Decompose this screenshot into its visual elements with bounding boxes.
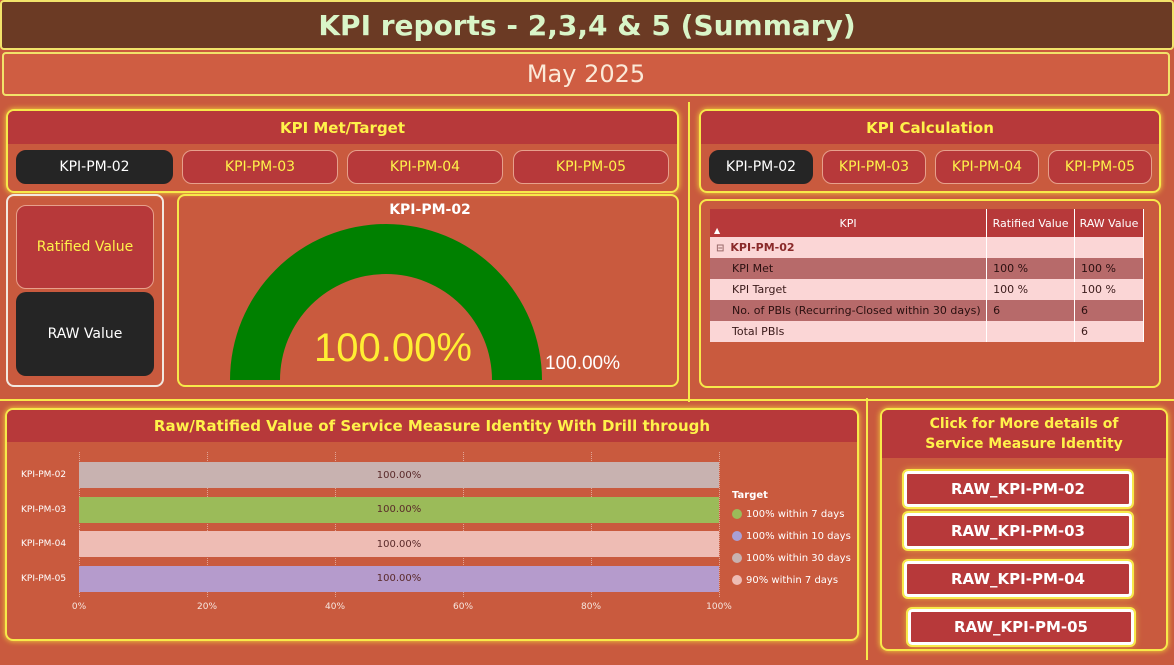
- x-tick-label: 20%: [196, 602, 218, 612]
- row-kpi: KPI Met: [710, 258, 988, 279]
- ratified-value-button[interactable]: Ratified Value: [16, 205, 154, 289]
- gauge-target-label: 100.00%: [545, 353, 621, 374]
- more-details-title: Click for More details of Service Measur…: [882, 410, 1166, 458]
- legend-label: 100% within 10 days: [746, 530, 851, 542]
- group-label: KPI-PM-02: [730, 241, 795, 254]
- ratified-value-column-header[interactable]: Ratified Value: [986, 209, 1076, 237]
- y-category-label: KPI-PM-05: [21, 573, 67, 584]
- table-row: KPI Met 100 % 100 %: [710, 258, 1144, 279]
- y-category-label: KPI-PM-04: [21, 539, 67, 549]
- kpi-table: KPI ▲ Ratified Value RAW Value ⊟ KPI-PM-0…: [710, 209, 1144, 342]
- calc-tab-kpi-pm-02[interactable]: KPI-PM-02: [709, 150, 813, 184]
- row-ratified: [986, 321, 1076, 342]
- period-label: May 2025: [526, 60, 646, 88]
- kpi-column-header[interactable]: KPI ▲: [710, 209, 988, 237]
- bar-kpi-pm-04[interactable]: 100.00%: [79, 531, 719, 557]
- row-ratified: 100 %: [986, 258, 1076, 279]
- row-raw: 100 %: [1074, 279, 1144, 300]
- group-row[interactable]: ⊟ KPI-PM-02: [710, 237, 1144, 258]
- legend-swatch: [732, 509, 742, 519]
- row-raw: 6: [1074, 300, 1144, 321]
- table-row: KPI Target 100 % 100 %: [710, 279, 1144, 300]
- bar-kpi-pm-05[interactable]: 100.00%: [79, 565, 719, 592]
- row-raw: 100 %: [1074, 258, 1144, 279]
- drill-chart-title: Raw/Ratified Value of Service Measure Id…: [7, 410, 857, 442]
- drill-chart-panel: Raw/Ratified Value of Service Measure Id…: [5, 408, 859, 641]
- kpi-table-wrapper: KPI ▲ Ratified Value RAW Value ⊟ KPI-PM-0…: [710, 209, 1144, 342]
- x-tick-label: 60%: [452, 602, 474, 612]
- kpi-table-panel: KPI ▲ Ratified Value RAW Value ⊟ KPI-PM-0…: [699, 199, 1161, 388]
- page-title-bar: KPI reports - 2,3,4 & 5 (Summary): [0, 0, 1174, 50]
- row-ratified: 100 %: [986, 279, 1076, 300]
- legend-label: 90% within 7 days: [746, 574, 839, 586]
- bar-value-label: 100.00%: [376, 469, 422, 481]
- kpi-column-label: KPI: [839, 216, 857, 230]
- raw-kpi-pm-03-button[interactable]: RAW_KPI-PM-03: [902, 511, 1134, 551]
- gauge-value: 100.00%: [314, 326, 472, 370]
- calc-tab-kpi-pm-03[interactable]: KPI-PM-03: [822, 150, 926, 184]
- value-toggle-panel: Ratified Value RAW Value: [6, 194, 164, 387]
- row-kpi: No. of PBIs (Recurring-Closed within 30 …: [710, 300, 988, 321]
- period-bar: May 2025: [2, 52, 1170, 96]
- legend-item[interactable]: 100% within 10 days: [732, 525, 857, 547]
- bar-value-label: 100.00%: [376, 538, 422, 550]
- tab-kpi-pm-05[interactable]: KPI-PM-05: [513, 150, 669, 184]
- kpi-table-header: KPI ▲ Ratified Value RAW Value: [710, 209, 1144, 237]
- legend-item[interactable]: 100% within 7 days: [732, 503, 857, 525]
- legend-swatch: [732, 553, 742, 563]
- gauge-panel: KPI-PM-02 100.00% 100.00%: [177, 194, 679, 387]
- page-title: KPI reports - 2,3,4 & 5 (Summary): [318, 8, 856, 42]
- table-row: Total PBIs 6: [710, 321, 1144, 342]
- bar-value-label: 100.00%: [376, 573, 422, 584]
- bar-chart-plot: 0% 20% 40% 60% 80% 100% KPI-PM-02 100.00% KPI-PM…: [7, 442, 857, 637]
- legend-swatch: [732, 531, 742, 541]
- row-kpi: KPI Target: [710, 279, 988, 300]
- x-tick-label: 40%: [324, 602, 346, 612]
- tab-kpi-pm-04[interactable]: KPI-PM-04: [347, 150, 503, 184]
- raw-kpi-pm-02-button[interactable]: RAW_KPI-PM-02: [902, 469, 1134, 509]
- bar-value-label: 100.00%: [376, 504, 422, 515]
- y-category-label: KPI-PM-03: [21, 504, 67, 515]
- tab-kpi-pm-02[interactable]: KPI-PM-02: [16, 150, 173, 184]
- sort-ascending-icon: ▲: [714, 226, 721, 235]
- calc-tab-kpi-pm-04[interactable]: KPI-PM-04: [935, 150, 1039, 184]
- more-details-panel: Click for More details of Service Measur…: [880, 408, 1168, 651]
- kpi-calculation-panel: KPI Calculation KPI-PM-02 KPI-PM-03 KPI-…: [699, 109, 1161, 193]
- row-ratified: 6: [986, 300, 1076, 321]
- vertical-divider: [688, 102, 690, 402]
- bar-chart-area: 0% 20% 40% 60% 80% 100% KPI-PM-02 100.00% KPI-PM…: [21, 452, 732, 617]
- legend-item[interactable]: 100% within 30 days: [732, 547, 857, 569]
- legend-label: 100% within 7 days: [746, 508, 845, 520]
- tab-kpi-pm-03[interactable]: KPI-PM-03: [182, 150, 338, 184]
- table-row: No. of PBIs (Recurring-Closed within 30 …: [710, 300, 1144, 321]
- horizontal-divider: [0, 399, 1174, 401]
- legend-title: Target: [732, 490, 768, 501]
- row-raw: 6: [1074, 321, 1144, 342]
- gridline: [719, 452, 720, 597]
- raw-value-column-header[interactable]: RAW Value: [1074, 209, 1144, 237]
- bar-kpi-pm-03[interactable]: 100.00%: [79, 496, 719, 523]
- y-category-label: KPI-PM-02: [21, 470, 67, 480]
- legend-swatch: [732, 575, 742, 585]
- x-tick-label: 80%: [580, 602, 602, 612]
- row-kpi: Total PBIs: [710, 321, 988, 342]
- kpi-met-target-panel: KPI Met/Target KPI-PM-02 KPI-PM-03 KPI-P…: [6, 109, 679, 193]
- raw-kpi-pm-05-button[interactable]: RAW_KPI-PM-05: [906, 607, 1136, 647]
- raw-kpi-pm-04-button[interactable]: RAW_KPI-PM-04: [902, 559, 1134, 599]
- calc-tab-kpi-pm-05[interactable]: KPI-PM-05: [1048, 150, 1152, 184]
- kpi-met-target-title: KPI Met/Target: [8, 111, 677, 144]
- collapse-icon[interactable]: ⊟: [716, 243, 724, 254]
- x-tick-label: 100%: [706, 602, 732, 612]
- x-tick-label: 0%: [71, 602, 87, 612]
- vertical-divider: [866, 398, 868, 660]
- bar-kpi-pm-02[interactable]: 100.00%: [79, 462, 719, 488]
- raw-value-button[interactable]: RAW Value: [16, 292, 154, 376]
- legend: Target 100% within 7 days 100% within 10…: [732, 490, 857, 591]
- kpi-calculation-title: KPI Calculation: [701, 111, 1159, 144]
- legend-item[interactable]: 90% within 7 days: [732, 569, 857, 591]
- legend-label: 100% within 30 days: [746, 552, 851, 564]
